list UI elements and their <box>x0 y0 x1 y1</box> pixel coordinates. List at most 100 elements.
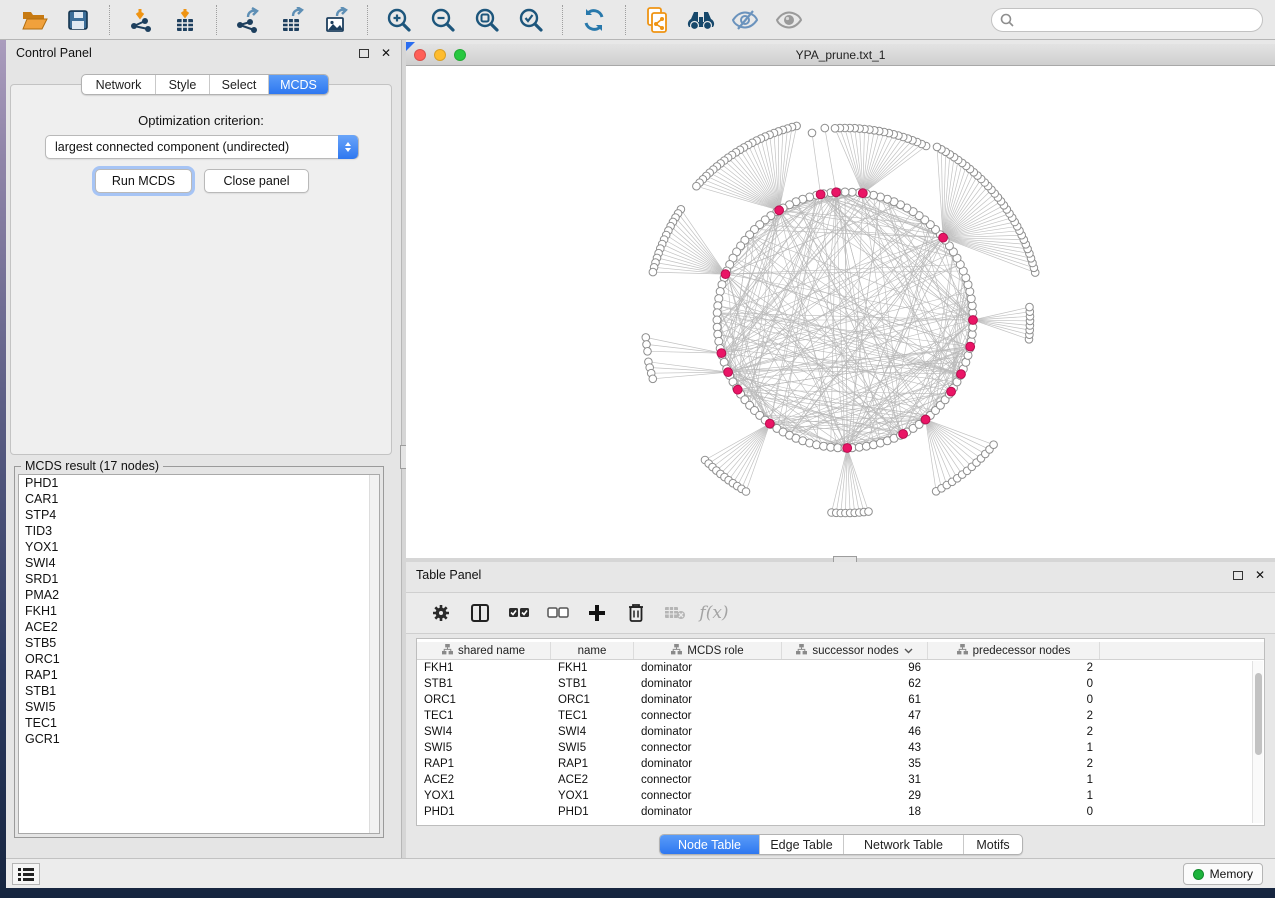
tab-edge-table[interactable]: Edge Table <box>760 835 844 854</box>
table-scrollbar[interactable] <box>1252 661 1263 823</box>
search-input[interactable] <box>1019 12 1254 28</box>
mcds-result-item[interactable]: SWI5 <box>19 699 379 715</box>
column-header-name[interactable]: name <box>551 642 634 659</box>
table-cell: connector <box>634 742 782 754</box>
table-row[interactable]: TEC1TEC1connector472 <box>417 708 1264 724</box>
mcds-result-item[interactable]: TID3 <box>19 523 379 539</box>
table-row[interactable]: FKH1FKH1dominator962 <box>417 660 1264 676</box>
deselect-all-columns-icon[interactable] <box>545 600 571 626</box>
table-cell: ORC1 <box>417 694 551 706</box>
export-table-icon[interactable] <box>277 5 307 35</box>
mcds-list-scrollbar[interactable] <box>369 475 379 833</box>
add-column-icon[interactable] <box>584 600 610 626</box>
mcds-result-item[interactable]: FKH1 <box>19 603 379 619</box>
import-network-icon[interactable] <box>126 5 156 35</box>
table-row[interactable]: SWI4SWI4dominator462 <box>417 724 1264 740</box>
table-row[interactable]: SWI5SWI5connector431 <box>417 740 1264 756</box>
tab-mcds[interactable]: MCDS <box>269 75 328 94</box>
table-toolbar: f(x) <box>406 592 1275 634</box>
column-layout-icon[interactable] <box>467 600 493 626</box>
mcds-result-item[interactable]: STB5 <box>19 635 379 651</box>
zoom-selected-icon[interactable] <box>516 5 546 35</box>
mcds-result-item[interactable]: ACE2 <box>19 619 379 635</box>
column-label: predecessor nodes <box>973 645 1071 657</box>
mcds-result-item[interactable]: SRD1 <box>19 571 379 587</box>
export-image-icon[interactable] <box>321 5 351 35</box>
save-icon[interactable] <box>63 5 93 35</box>
show-all-eye-icon[interactable] <box>774 5 804 35</box>
export-network-icon[interactable] <box>233 5 263 35</box>
hide-selected-eye-slash-icon[interactable] <box>730 5 760 35</box>
search-box[interactable] <box>991 8 1263 32</box>
column-header-MCDS-role[interactable]: MCDS role <box>634 642 782 659</box>
table-cell: dominator <box>634 662 782 674</box>
tab-select[interactable]: Select <box>210 75 269 94</box>
table-row[interactable]: YOX1YOX1connector291 <box>417 788 1264 804</box>
zoom-fit-icon[interactable] <box>472 5 502 35</box>
binoculars-icon[interactable] <box>686 5 716 35</box>
open-folder-icon[interactable] <box>19 5 49 35</box>
table-row[interactable]: RAP1RAP1dominator352 <box>417 756 1264 772</box>
mcds-result-item[interactable]: PMA2 <box>19 587 379 603</box>
column-header-predecessor-nodes[interactable]: predecessor nodes <box>928 642 1100 659</box>
mcds-result-item[interactable]: RAP1 <box>19 667 379 683</box>
tab-network-table[interactable]: Network Table <box>844 835 964 854</box>
optimization-criterion-select[interactable]: largest connected component (undirected) <box>45 135 359 159</box>
minimize-traffic-light-icon[interactable] <box>434 49 446 61</box>
table-panel-title: Table Panel <box>416 568 481 582</box>
mcds-result-item[interactable]: STB1 <box>19 683 379 699</box>
table-row[interactable]: ORC1ORC1dominator610 <box>417 692 1264 708</box>
column-header-filler <box>1100 642 1264 659</box>
mcds-result-item[interactable]: TEC1 <box>19 715 379 731</box>
active-frame-corner <box>406 42 415 51</box>
memory-button[interactable]: Memory <box>1183 863 1263 885</box>
table-cell: 0 <box>928 806 1100 818</box>
mcds-tab-panel: Optimization criterion: largest connecte… <box>10 84 392 455</box>
tab-motifs[interactable]: Motifs <box>964 835 1022 854</box>
table-options-gear-icon[interactable] <box>428 600 454 626</box>
node-table[interactable]: shared namenameMCDS rolesuccessor nodes p… <box>416 638 1265 826</box>
column-header-successor-nodes[interactable]: successor nodes <box>782 642 928 659</box>
shared-column-icon <box>957 644 968 658</box>
table-row[interactable]: PHD1PHD1dominator180 <box>417 804 1264 820</box>
import-table-icon[interactable] <box>170 5 200 35</box>
close-traffic-light-icon[interactable] <box>414 49 426 61</box>
tab-network[interactable]: Network <box>82 75 156 94</box>
mcds-result-item[interactable]: PHD1 <box>19 475 379 491</box>
maximize-traffic-light-icon[interactable] <box>454 49 466 61</box>
network-canvas[interactable] <box>406 66 1275 558</box>
mcds-result-item[interactable]: ORC1 <box>19 651 379 667</box>
close-panel-icon[interactable]: ✕ <box>1255 569 1265 581</box>
close-panel-button[interactable]: Close panel <box>204 169 309 193</box>
float-panel-icon[interactable] <box>1233 571 1243 580</box>
mcds-result-item[interactable]: CAR1 <box>19 491 379 507</box>
table-cell: dominator <box>634 806 782 818</box>
mcds-result-list[interactable]: PHD1CAR1STP4TID3YOX1SWI4SRD1PMA2FKH1ACE2… <box>18 474 380 834</box>
network-frame-titlebar[interactable]: YPA_prune.txt_1 <box>406 44 1275 66</box>
float-panel-icon[interactable] <box>359 49 369 58</box>
zoom-in-icon[interactable] <box>384 5 414 35</box>
table-panel: Table Panel ✕ <box>406 562 1275 858</box>
task-history-button[interactable] <box>12 863 40 885</box>
zoom-out-icon[interactable] <box>428 5 458 35</box>
delete-column-trash-icon[interactable] <box>623 600 649 626</box>
mcds-result-item[interactable]: YOX1 <box>19 539 379 555</box>
close-panel-icon[interactable]: ✕ <box>381 47 391 59</box>
select-all-columns-icon[interactable] <box>506 600 532 626</box>
mcds-result-item[interactable]: STP4 <box>19 507 379 523</box>
table-cell: PHD1 <box>551 806 634 818</box>
tab-node-table[interactable]: Node Table <box>660 835 760 854</box>
column-header-shared-name[interactable]: shared name <box>417 642 551 659</box>
refresh-icon[interactable] <box>579 5 609 35</box>
scrollbar-thumb[interactable] <box>1255 673 1262 755</box>
table-row[interactable]: STB1STB1dominator620 <box>417 676 1264 692</box>
table-cell: FKH1 <box>417 662 551 674</box>
mcds-result-item[interactable]: GCR1 <box>19 731 379 747</box>
run-mcds-button[interactable]: Run MCDS <box>95 169 192 193</box>
tab-style[interactable]: Style <box>156 75 210 94</box>
table-row[interactable]: ACE2ACE2connector311 <box>417 772 1264 788</box>
shared-column-icon <box>796 644 807 658</box>
mcds-result-item[interactable]: SWI4 <box>19 555 379 571</box>
table-cell: FKH1 <box>551 662 634 674</box>
copy-network-icon[interactable] <box>642 5 672 35</box>
